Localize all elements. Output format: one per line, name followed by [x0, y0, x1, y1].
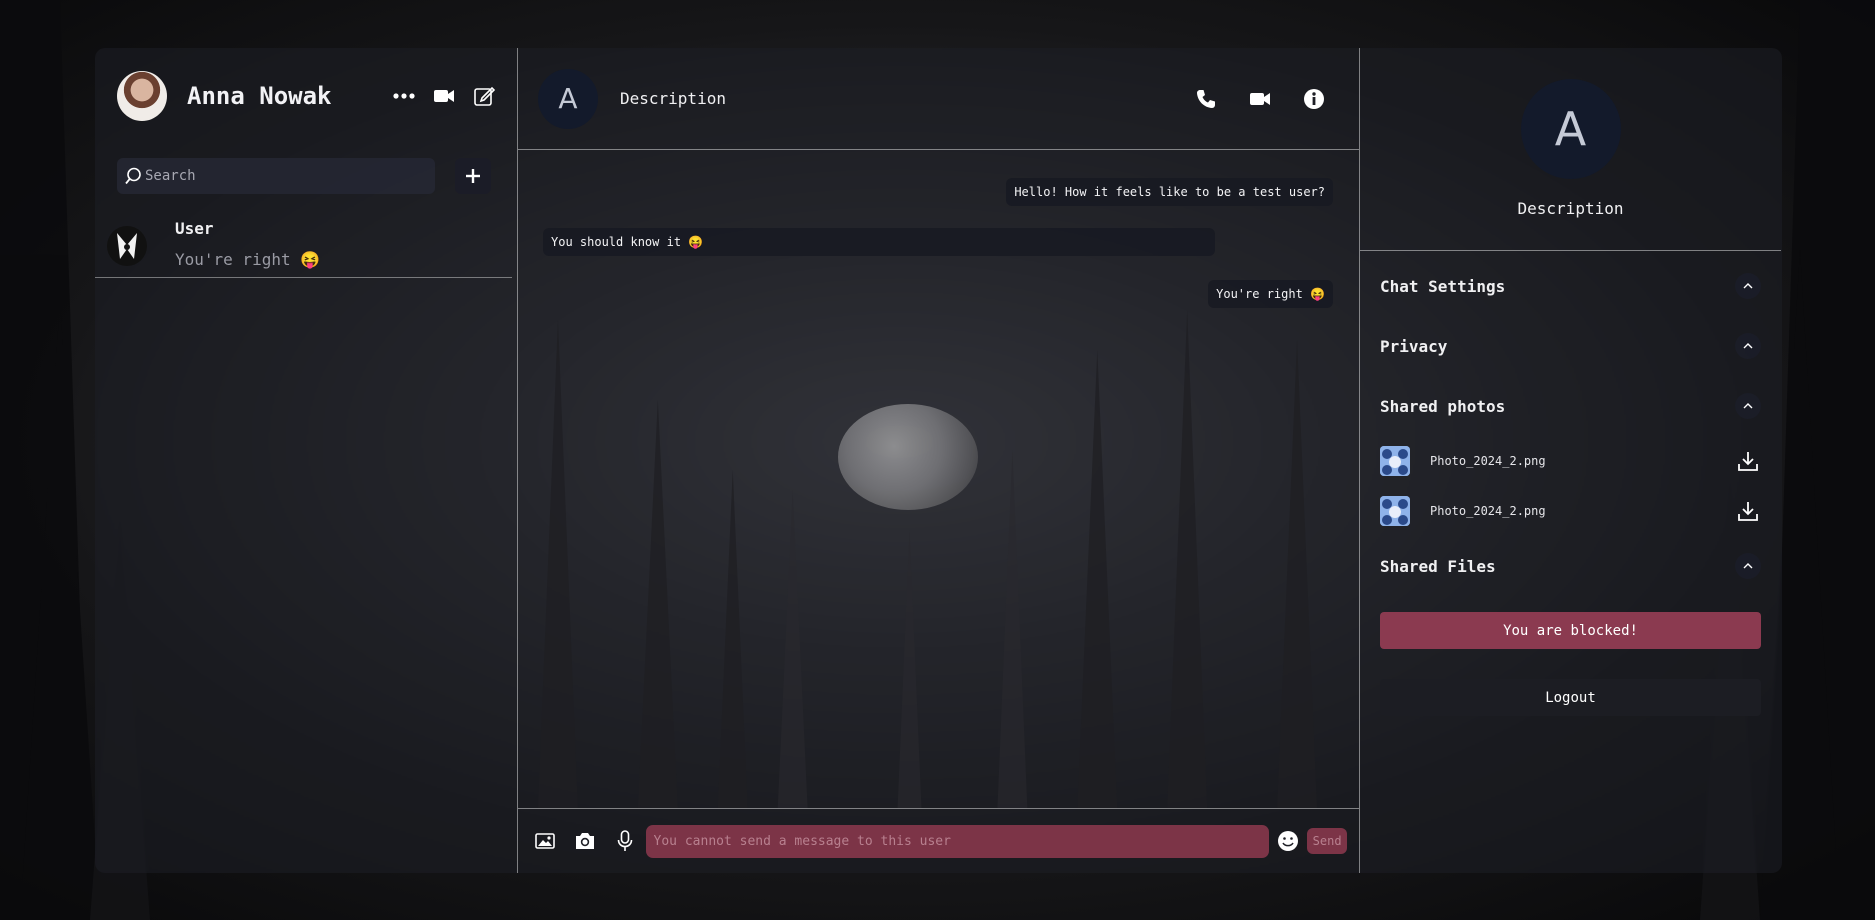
- profile-name: Anna Nowak: [187, 81, 332, 110]
- shared-photo-item: Photo_2024_2.png: [1380, 436, 1761, 486]
- avatar[interactable]: [117, 70, 167, 121]
- plus-icon: [466, 169, 480, 183]
- chevron-up-icon[interactable]: [1735, 393, 1761, 419]
- section-shared-files[interactable]: Shared Files: [1380, 536, 1761, 596]
- chat-item-last-message: You're right 😝: [175, 249, 321, 269]
- chevron-up-icon[interactable]: [1735, 273, 1761, 299]
- chat-header: A Description: [518, 48, 1359, 150]
- avatar: A: [538, 68, 598, 129]
- phone-icon[interactable]: [1191, 84, 1221, 114]
- chat-item-name: User: [175, 218, 214, 238]
- video-call-icon[interactable]: [1245, 84, 1275, 114]
- compose-icon[interactable]: [469, 81, 499, 111]
- details-header: A Description: [1360, 48, 1781, 251]
- more-options-icon[interactable]: [389, 81, 419, 111]
- user-profile-header: Anna Nowak: [95, 48, 517, 143]
- download-icon[interactable]: [1735, 448, 1761, 474]
- section-label: Shared photos: [1380, 396, 1506, 416]
- microphone-icon[interactable]: [610, 826, 640, 856]
- section-label: Chat Settings: [1380, 276, 1506, 296]
- logout-button[interactable]: Logout: [1380, 679, 1761, 716]
- message-area[interactable]: Hello! How it feels like to be a test us…: [518, 150, 1359, 808]
- chat-list-item[interactable]: User You're right 😝: [95, 214, 512, 278]
- shared-photo-item: Photo_2024_2.png: [1380, 486, 1761, 536]
- photo-thumbnail[interactable]: [1380, 496, 1410, 526]
- image-icon[interactable]: [530, 826, 560, 856]
- chat-list-panel: Anna Nowak User: [95, 48, 518, 873]
- photo-thumbnail[interactable]: [1380, 446, 1410, 476]
- avatar: A: [1520, 79, 1621, 179]
- message-bubble-sent: You're right 😝: [1208, 280, 1333, 308]
- chevron-up-icon[interactable]: [1735, 333, 1761, 359]
- search-input[interactable]: [145, 168, 415, 184]
- section-chat-settings[interactable]: Chat Settings: [1380, 256, 1761, 316]
- message-composer: Send: [518, 808, 1359, 873]
- chevron-up-icon[interactable]: [1735, 553, 1761, 579]
- details-panel: A Description Chat Settings Privacy Shar…: [1360, 48, 1781, 873]
- camera-icon[interactable]: [570, 826, 600, 856]
- chat-app: Anna Nowak User: [95, 48, 1782, 873]
- message-bubble-received: You should know it 😝: [543, 228, 1215, 256]
- emoji-icon[interactable]: [1275, 828, 1301, 854]
- search-box: [117, 158, 435, 194]
- message-bubble-sent: Hello! How it feels like to be a test us…: [1006, 178, 1333, 206]
- details-title: Description: [1517, 199, 1624, 218]
- message-input[interactable]: [645, 824, 1270, 858]
- send-button[interactable]: Send: [1307, 828, 1347, 854]
- photo-name: Photo_2024_2.png: [1430, 504, 1546, 518]
- photo-name: Photo_2024_2.png: [1430, 454, 1546, 468]
- avatar: [107, 225, 147, 266]
- download-icon[interactable]: [1735, 498, 1761, 524]
- blocked-button[interactable]: You are blocked!: [1380, 612, 1761, 649]
- section-label: Shared Files: [1380, 556, 1496, 576]
- info-icon[interactable]: [1299, 84, 1329, 114]
- section-label: Privacy: [1380, 336, 1448, 356]
- section-privacy[interactable]: Privacy: [1380, 316, 1761, 376]
- video-call-icon[interactable]: [429, 81, 459, 111]
- conversation-panel: A Description Hello! How it feels like t…: [518, 48, 1360, 873]
- add-chat-button[interactable]: [455, 158, 491, 194]
- moon: [838, 404, 978, 510]
- section-shared-photos[interactable]: Shared photos: [1380, 376, 1761, 436]
- search-icon: [125, 167, 141, 185]
- search-row: [95, 158, 517, 194]
- chat-title: Description: [620, 89, 726, 108]
